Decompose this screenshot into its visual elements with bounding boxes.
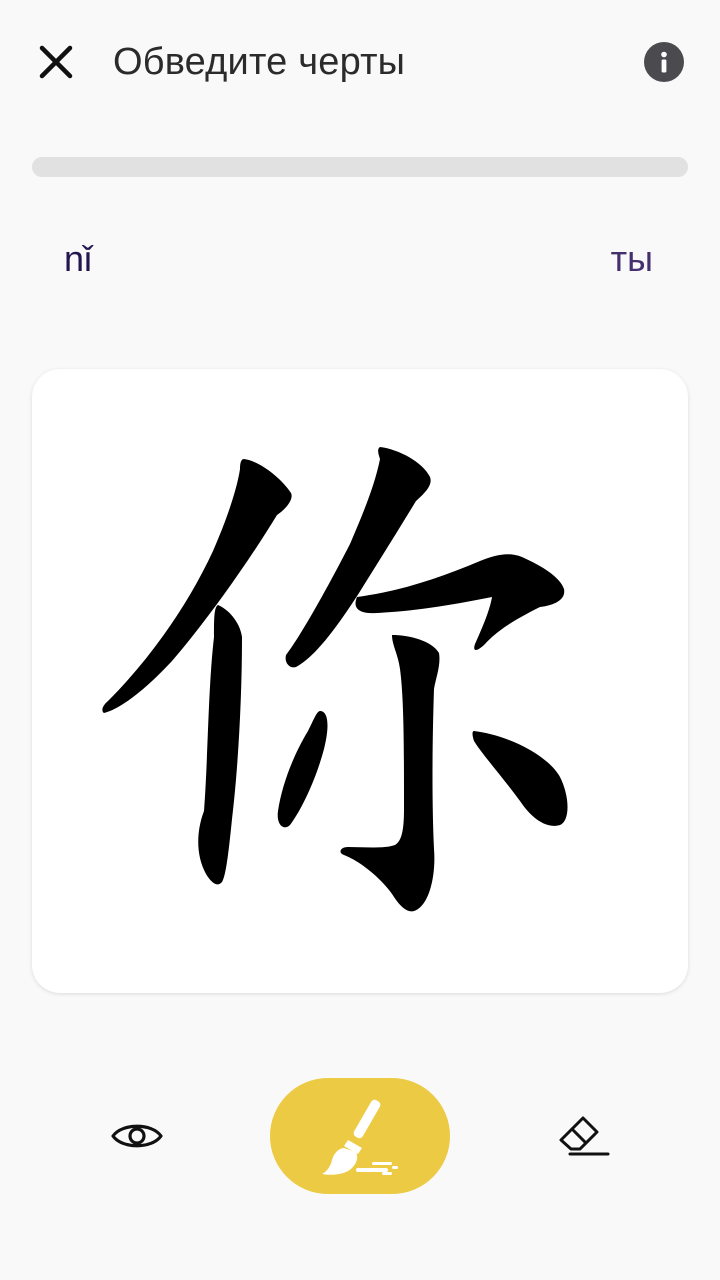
progress-bar	[32, 157, 688, 177]
eraser-button[interactable]	[543, 1106, 623, 1166]
eraser-icon	[559, 1116, 610, 1156]
stroke-1	[102, 459, 292, 713]
close-button[interactable]	[24, 32, 88, 92]
stroke-5	[340, 635, 440, 912]
eye-icon	[111, 1124, 163, 1148]
stroke-3	[285, 447, 431, 668]
character-strokes	[102, 447, 568, 912]
tool-bar	[0, 1078, 720, 1194]
close-icon	[39, 45, 73, 79]
stroke-2	[198, 605, 242, 885]
stroke-7	[472, 731, 568, 826]
pinyin-label: nǐ	[64, 238, 93, 279]
page-title: Обведите черты	[113, 41, 406, 83]
stroke-4	[355, 554, 565, 651]
stroke-6	[277, 711, 328, 828]
info-icon	[661, 51, 667, 73]
show-hint-button[interactable]	[97, 1106, 177, 1166]
drawing-canvas[interactable]	[32, 369, 688, 993]
draw-button[interactable]	[270, 1078, 450, 1194]
trace-strokes-screen: Обведите черты nǐ ты	[0, 0, 720, 1280]
app-header: Обведите черты	[0, 0, 720, 124]
info-button[interactable]	[644, 42, 684, 82]
brush-icon	[322, 1099, 398, 1175]
translation-label: ты	[610, 238, 653, 279]
